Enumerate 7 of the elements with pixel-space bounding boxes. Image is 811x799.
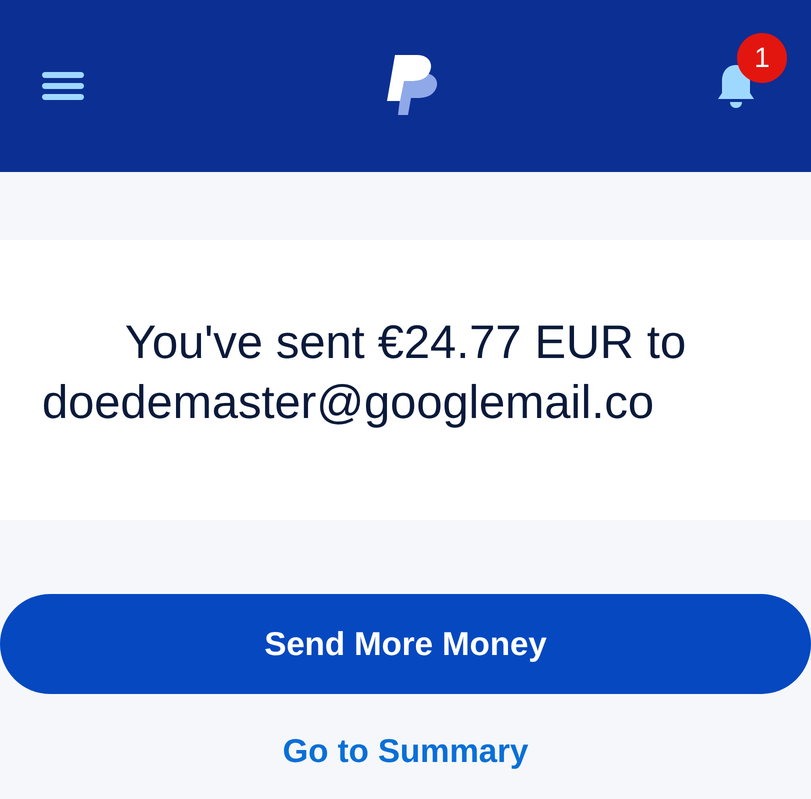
menu-icon[interactable] <box>42 72 84 100</box>
confirmation-text: You've sent €24.77 EUR to <box>124 314 686 370</box>
bell-icon[interactable] <box>717 63 755 109</box>
summary-link[interactable]: Go to Summary <box>282 732 528 770</box>
notification-badge: 1 <box>737 33 787 83</box>
recipient-email: doedemaster@googlemail.co <box>42 374 654 430</box>
send-more-money-button[interactable]: Send More Money <box>0 594 811 694</box>
